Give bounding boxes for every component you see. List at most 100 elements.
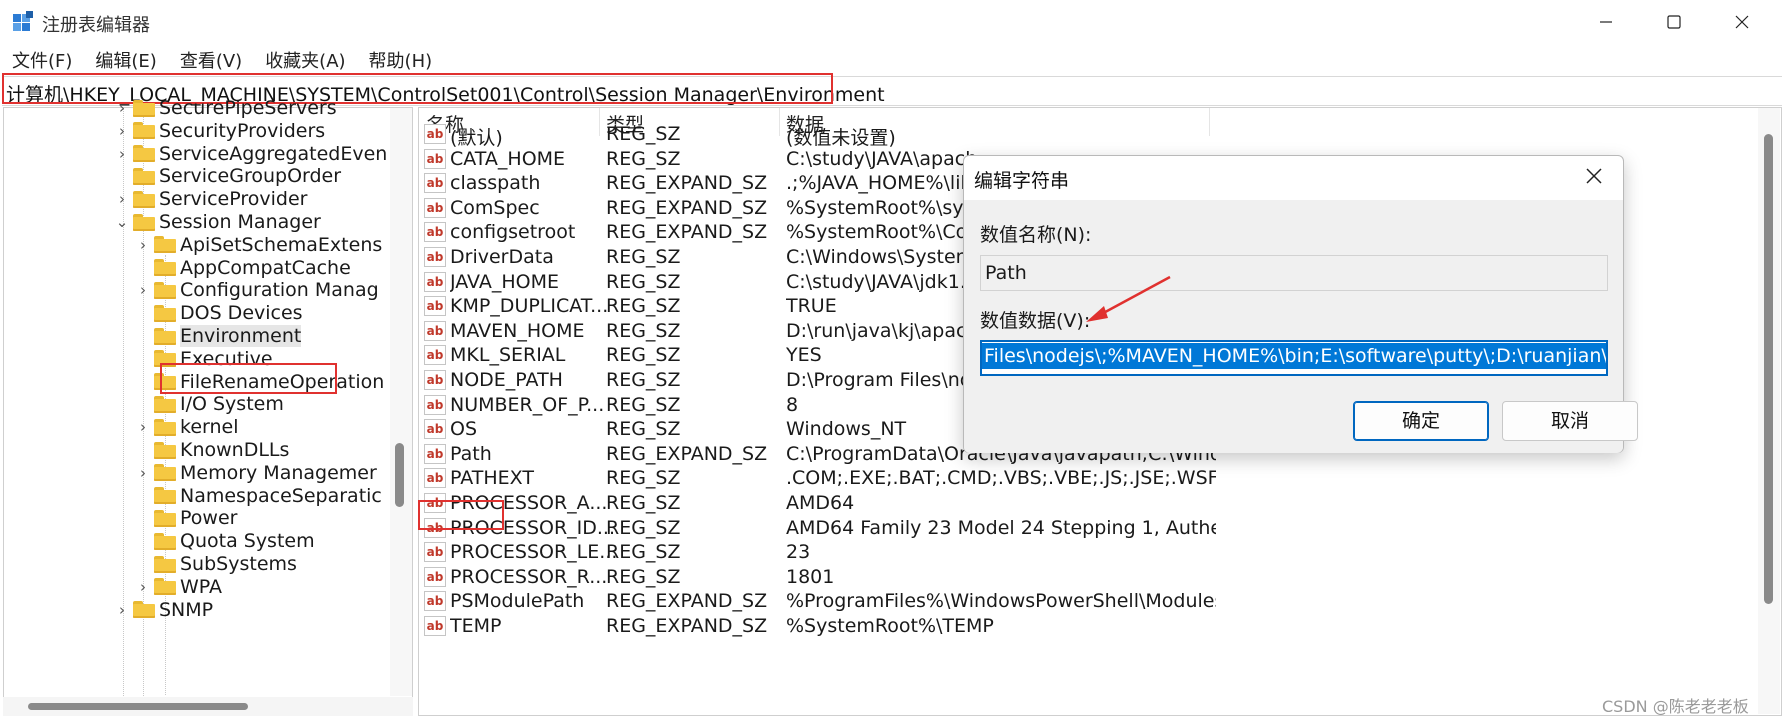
string-value-icon: ab <box>424 197 446 218</box>
chevron-right-icon[interactable]: › <box>134 464 152 482</box>
chevron-right-icon[interactable]: › <box>113 145 131 163</box>
folder-icon <box>133 99 155 117</box>
string-value-icon: ab <box>424 370 446 390</box>
chevron-right-icon[interactable]: › <box>113 601 131 619</box>
value-name-field[interactable]: Path <box>980 255 1608 291</box>
value-name-cell: NUMBER_OF_P... <box>450 393 605 416</box>
menu-favorites[interactable]: 收藏夹(A) <box>253 44 356 74</box>
menu-edit[interactable]: 编辑(E) <box>83 44 167 74</box>
value-type-cell: REG_SZ <box>606 147 681 170</box>
folder-icon <box>133 213 155 231</box>
folder-icon <box>154 281 176 299</box>
tree-item-label: AppCompatCache <box>180 256 351 279</box>
tree-item-label: Configuration Manag <box>180 279 379 302</box>
folder-icon <box>154 441 176 459</box>
tree-item-label: SecurePipeServers <box>159 97 337 119</box>
chevron-down-icon[interactable]: ⌄ <box>113 213 131 231</box>
tree-scroll-thumb[interactable] <box>395 443 404 507</box>
path-annotation-box <box>418 500 504 530</box>
minimize-button[interactable] <box>1572 0 1640 44</box>
close-icon <box>1586 168 1602 184</box>
chevron-right-icon[interactable]: › <box>113 190 131 208</box>
chevron-right-icon[interactable]: › <box>134 281 152 299</box>
folder-icon <box>133 190 155 208</box>
folder-icon <box>133 601 155 619</box>
chevron-right-icon[interactable]: › <box>113 122 131 140</box>
value-type-cell: REG_SZ <box>606 565 681 588</box>
maximize-button[interactable] <box>1640 0 1708 44</box>
chevron-right-icon[interactable]: › <box>134 418 152 436</box>
value-data-label: 数值数据(V): <box>980 310 1091 332</box>
value-data-selected-text[interactable]: Files\nodejs\;%MAVEN_HOME%\bin;E:\softwa… <box>982 343 1606 369</box>
value-type-cell: REG_SZ <box>606 516 681 539</box>
value-name-cell: DriverData <box>450 246 554 268</box>
value-data-cell: %SystemRoot%\TEMP <box>786 615 994 637</box>
folder-icon <box>154 532 176 550</box>
value-name-cell: PROCESSOR_R... <box>450 565 608 588</box>
string-value-icon: ab <box>424 124 446 144</box>
value-type-cell: REG_SZ <box>606 270 681 293</box>
tree-item-label: ServiceAggregatedEven <box>159 142 388 165</box>
value-name-cell: configsetroot <box>450 221 576 244</box>
value-type-cell: REG_EXPAND_SZ <box>606 196 768 219</box>
folder-icon <box>154 259 176 277</box>
value-name-cell: NODE_PATH <box>450 369 563 391</box>
chevron-right-icon[interactable]: › <box>134 578 152 596</box>
string-value-icon: ab <box>424 542 446 563</box>
environment-annotation-box <box>160 363 337 394</box>
folder-icon <box>154 509 176 527</box>
close-icon <box>1735 15 1749 29</box>
tree-item-label: NamespaceSeparatic <box>180 484 382 507</box>
value-data-cell: 23 <box>786 541 811 564</box>
value-name-cell: PROCESSOR_LE... <box>450 541 616 564</box>
tree-item-label: Session Manager <box>159 211 321 233</box>
folder-icon <box>154 578 176 596</box>
close-button[interactable] <box>1708 0 1776 44</box>
tree-item-label: Power <box>180 507 238 530</box>
value-type-cell: REG_SZ <box>606 492 681 514</box>
string-value-icon: ab <box>424 419 446 440</box>
dialog-title-bar: 编辑字符串 <box>964 156 1623 200</box>
value-data-field[interactable]: Files\nodejs\;%MAVEN_HOME%\bin;E:\softwa… <box>980 340 1608 376</box>
tree-item-label: SecurityProviders <box>159 119 326 142</box>
list-scroll-thumb[interactable] <box>1764 134 1773 604</box>
string-value-icon: ab <box>424 247 446 267</box>
tree-item-label: ServiceGroupOrder <box>159 165 342 188</box>
minimize-icon <box>1600 21 1612 23</box>
value-name-cell: MAVEN_HOME <box>450 319 585 342</box>
cancel-button[interactable]: 取消 <box>1502 401 1638 441</box>
string-value-icon: ab <box>424 148 446 169</box>
string-value-icon: ab <box>424 591 446 612</box>
value-name-cell: JAVA_HOME <box>450 270 559 293</box>
value-name-cell: KMP_DUPLICAT... <box>450 295 609 318</box>
value-data-cell: .COM;.EXE;.BAT;.CMD;.VBS;.VBE;.JS;.JSE;.… <box>786 467 1216 490</box>
folder-icon <box>133 122 155 140</box>
ok-button[interactable]: 确定 <box>1353 401 1489 441</box>
dialog-close-button[interactable] <box>1579 162 1609 192</box>
chevron-right-icon[interactable]: › <box>113 99 131 117</box>
chevron-right-icon[interactable]: › <box>134 236 152 254</box>
tree-item-label: SNMP <box>159 598 214 621</box>
tree-hscroll-thumb[interactable] <box>28 703 248 710</box>
menu-view[interactable]: 查看(V) <box>168 44 253 74</box>
menu-file[interactable]: 文件(F) <box>0 44 83 74</box>
table-row[interactable]: ab TEMP REG_EXPAND_SZ %SystemRoot%\TEMP <box>420 612 1740 640</box>
menu-bar: 文件(F) 编辑(E) 查看(V) 收藏夹(A) 帮助(H) <box>0 44 443 74</box>
tree-item-label: ServiceProvider <box>159 188 308 211</box>
string-value-icon: ab <box>424 616 446 636</box>
value-type-cell: REG_SZ <box>606 541 681 564</box>
value-name-cell: CATA_HOME <box>450 147 566 170</box>
value-name-label: 数值名称(N): <box>980 224 1092 246</box>
value-type-cell: REG_EXPAND_SZ <box>606 442 768 465</box>
value-type-cell: REG_SZ <box>606 393 681 416</box>
edit-string-dialog: 编辑字符串 数值名称(N): Path 数值数据(V): Files\nodej… <box>963 155 1638 453</box>
folder-icon <box>133 167 155 185</box>
maximize-icon <box>1667 15 1681 29</box>
value-type-cell: REG_EXPAND_SZ <box>606 172 768 195</box>
tree-vertical-scrollbar[interactable] <box>390 108 412 696</box>
tree-item[interactable]: › SNMP <box>113 597 213 623</box>
folder-icon <box>133 145 155 163</box>
menu-help[interactable]: 帮助(H) <box>357 44 444 74</box>
string-value-icon: ab <box>424 345 446 366</box>
value-data-cell: %ProgramFiles%\WindowsPowerShell\Modules… <box>786 590 1216 613</box>
